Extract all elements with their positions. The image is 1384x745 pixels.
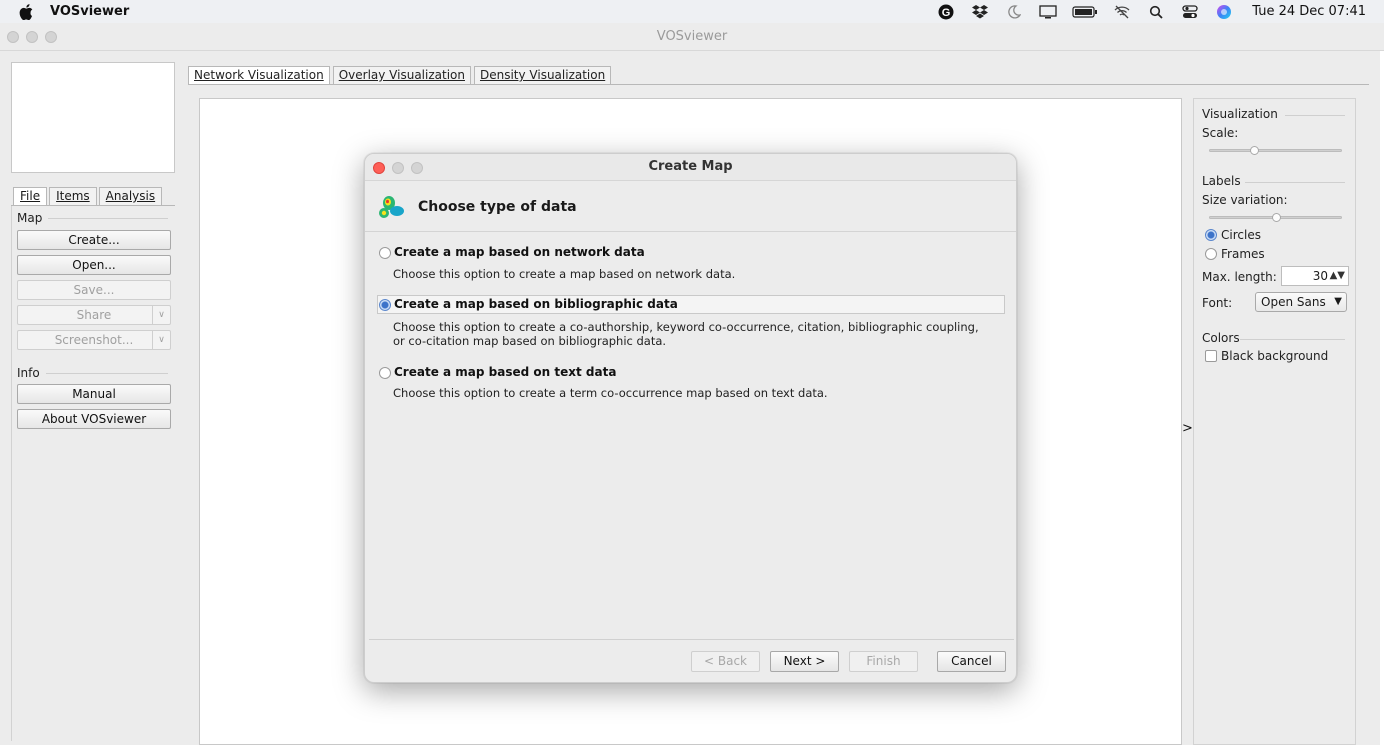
dialog-titlebar: Create Map bbox=[365, 154, 1016, 181]
grammarly-icon[interactable]: G bbox=[936, 4, 956, 20]
menu-bar: VOSviewer G Tue 24 Dec 07:41 bbox=[0, 0, 1384, 23]
network-data-radio[interactable] bbox=[379, 247, 391, 259]
black-background-label[interactable]: Black background bbox=[1221, 349, 1328, 363]
back-button[interactable]: < Back bbox=[691, 651, 760, 672]
manual-button[interactable]: Manual bbox=[17, 384, 171, 404]
network-data-label[interactable]: Create a map based on network data bbox=[394, 245, 645, 259]
scale-label: Scale: bbox=[1202, 126, 1239, 140]
tab-overlay-visualization[interactable]: Overlay Visualization bbox=[332, 66, 471, 85]
window-titlebar: VOSviewer bbox=[0, 23, 1384, 51]
control-center-icon[interactable] bbox=[1180, 4, 1200, 20]
max-length-value: 30 bbox=[1312, 269, 1328, 283]
network-data-description: Choose this option to create a map based… bbox=[393, 267, 736, 281]
window-title: VOSviewer bbox=[656, 29, 728, 44]
circles-radio[interactable] bbox=[1205, 229, 1217, 241]
circles-label[interactable]: Circles bbox=[1221, 228, 1261, 242]
vosviewer-logo-icon bbox=[375, 190, 407, 222]
scale-slider-thumb[interactable] bbox=[1250, 146, 1259, 155]
max-length-label: Max. length: bbox=[1202, 270, 1277, 284]
font-label: Font: bbox=[1202, 296, 1233, 310]
screenshot-button-label: Screenshot... bbox=[54, 333, 134, 347]
tab-network-label: Network Visualization bbox=[194, 68, 324, 82]
screenshot-button[interactable]: Screenshot... ∨ bbox=[17, 330, 171, 350]
visualization-divider bbox=[1285, 115, 1345, 116]
size-variation-label: Size variation: bbox=[1202, 193, 1288, 207]
left-tabs: File Items Analysis bbox=[13, 187, 163, 206]
labels-section-label: Labels bbox=[1202, 174, 1241, 188]
finish-button[interactable]: Finish bbox=[849, 651, 918, 672]
main-tab-divider bbox=[188, 84, 1369, 85]
font-select-value: Open Sans bbox=[1261, 295, 1326, 309]
tab-density-visualization[interactable]: Density Visualization bbox=[473, 66, 612, 85]
share-button[interactable]: Share ∨ bbox=[17, 305, 171, 325]
text-data-radio[interactable] bbox=[379, 367, 391, 379]
dialog-footer-divider bbox=[369, 639, 1014, 640]
scale-slider[interactable] bbox=[1209, 146, 1342, 155]
info-section-divider bbox=[46, 373, 168, 374]
tab-analysis[interactable]: Analysis bbox=[98, 187, 163, 206]
search-icon[interactable] bbox=[1146, 4, 1166, 20]
visualization-section-label: Visualization bbox=[1202, 107, 1278, 121]
tab-items-label: Items bbox=[56, 189, 90, 203]
file-panel: Map Create... Open... Save... Share ∨ Sc… bbox=[11, 206, 175, 741]
create-button[interactable]: Create... bbox=[17, 230, 171, 250]
size-variation-slider-thumb[interactable] bbox=[1272, 213, 1281, 222]
chevron-down-icon[interactable]: ∨ bbox=[152, 331, 170, 349]
map-section-label: Map bbox=[17, 211, 43, 225]
text-data-description: Choose this option to create a term co-o… bbox=[393, 386, 828, 400]
wifi-off-icon[interactable] bbox=[1112, 4, 1132, 20]
tab-density-label: Density Visualization bbox=[479, 68, 606, 82]
display-icon[interactable] bbox=[1038, 4, 1058, 20]
bibliographic-data-description: Choose this option to create a co-author… bbox=[393, 320, 979, 348]
app-menu-name[interactable]: VOSviewer bbox=[50, 4, 129, 19]
dialog-heading: Choose type of data bbox=[418, 199, 577, 215]
tab-analysis-label: Analysis bbox=[105, 189, 156, 203]
colors-divider bbox=[1240, 339, 1345, 340]
frames-label[interactable]: Frames bbox=[1221, 247, 1265, 261]
moon-icon[interactable] bbox=[1004, 4, 1024, 20]
tab-network-visualization[interactable]: Network Visualization bbox=[188, 66, 330, 85]
labels-divider bbox=[1245, 182, 1345, 183]
dialog-header: Choose type of data bbox=[365, 182, 1016, 232]
tab-file[interactable]: File bbox=[13, 187, 48, 206]
bibliographic-data-radio[interactable] bbox=[379, 299, 391, 311]
overview-preview[interactable] bbox=[11, 62, 175, 173]
panel-expander-button[interactable]: > bbox=[1182, 421, 1193, 436]
menu-clock[interactable]: Tue 24 Dec 07:41 bbox=[1252, 4, 1366, 19]
chevron-down-icon: ▼ bbox=[1334, 296, 1342, 307]
bibliographic-data-label[interactable]: Create a map based on bibliographic data bbox=[394, 297, 678, 311]
save-button[interactable]: Save... bbox=[17, 280, 171, 300]
about-button[interactable]: About VOSviewer bbox=[17, 409, 171, 429]
map-section-divider bbox=[48, 218, 168, 219]
colors-section-label: Colors bbox=[1202, 331, 1240, 345]
chevron-down-icon[interactable]: ∨ bbox=[152, 306, 170, 324]
cancel-button[interactable]: Cancel bbox=[937, 651, 1006, 672]
share-button-label: Share bbox=[76, 308, 112, 322]
battery-icon[interactable] bbox=[1072, 4, 1098, 20]
siri-icon[interactable] bbox=[1214, 4, 1234, 20]
frames-radio[interactable] bbox=[1205, 248, 1217, 260]
open-button[interactable]: Open... bbox=[17, 255, 171, 275]
dialog-title: Create Map bbox=[648, 159, 733, 174]
max-length-stepper[interactable]: 30 ▲▼ bbox=[1281, 266, 1349, 286]
size-variation-slider[interactable] bbox=[1209, 213, 1342, 222]
svg-text:G: G bbox=[942, 7, 951, 19]
dropbox-icon[interactable] bbox=[970, 4, 990, 20]
text-data-label[interactable]: Create a map based on text data bbox=[394, 365, 616, 379]
font-select[interactable]: Open Sans ▼ bbox=[1255, 292, 1347, 312]
tab-overlay-label: Overlay Visualization bbox=[338, 68, 465, 82]
apple-icon[interactable] bbox=[18, 3, 34, 20]
tab-file-label: File bbox=[20, 189, 41, 203]
create-map-dialog: Create Map Choose type of data Create a … bbox=[364, 153, 1017, 683]
tab-items[interactable]: Items bbox=[49, 187, 97, 206]
options-panel: Visualization Scale: Labels Size variati… bbox=[1193, 98, 1356, 745]
black-background-checkbox[interactable] bbox=[1205, 350, 1217, 362]
visualization-tabs: Network Visualization Overlay Visualizat… bbox=[188, 66, 612, 85]
info-section-label: Info bbox=[17, 366, 40, 380]
stepper-arrows-icon[interactable]: ▲▼ bbox=[1330, 267, 1345, 285]
next-button[interactable]: Next > bbox=[770, 651, 839, 672]
